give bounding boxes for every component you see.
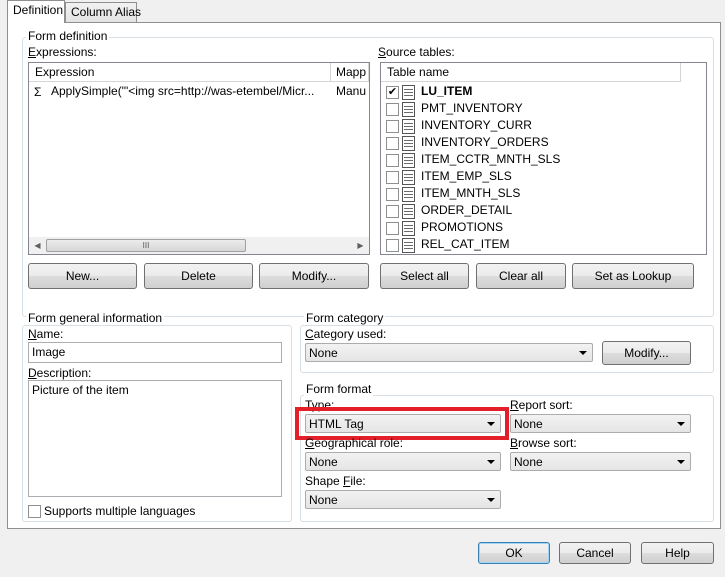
source-table-checkbox[interactable]: ✔ bbox=[386, 86, 399, 99]
table-icon bbox=[402, 204, 415, 219]
source-table-checkbox[interactable] bbox=[386, 239, 399, 252]
source-table-row[interactable]: PMT_INVENTORY bbox=[384, 100, 680, 117]
source-table-name: PROMOTIONS bbox=[421, 220, 504, 234]
source-table-checkbox[interactable] bbox=[386, 103, 399, 116]
table-icon bbox=[402, 221, 415, 236]
scrollbar-thumb[interactable]: III bbox=[46, 239, 246, 252]
source-table-row[interactable]: PROMOTIONS bbox=[384, 219, 680, 236]
category-used-select[interactable]: None bbox=[305, 343, 593, 362]
source-table-row[interactable]: ITEM_CCTR_MNTH_SLS bbox=[384, 151, 680, 168]
form-general-info-title: Form general information bbox=[26, 311, 165, 325]
expressions-label-text: xpressions: bbox=[36, 45, 97, 59]
form-format-title: Form format bbox=[304, 382, 374, 396]
form-category-title: Form category bbox=[304, 311, 386, 325]
help-button[interactable]: Help bbox=[641, 542, 714, 564]
report-sort-value: None bbox=[514, 417, 543, 431]
source-table-name: INVENTORY_CURR bbox=[421, 118, 532, 132]
source-tables-listbox[interactable]: Table name ✔ LU_ITEM PMT_INVENTORY INVEN… bbox=[380, 62, 707, 255]
source-tables-label: Source tables: bbox=[378, 45, 455, 59]
table-icon bbox=[402, 102, 415, 117]
browse-sort-label: Browse sort: bbox=[510, 436, 577, 450]
new-button[interactable]: New... bbox=[28, 263, 137, 289]
table-icon bbox=[402, 238, 415, 253]
source-table-name: LU_ITEM bbox=[421, 84, 473, 98]
report-sort-select[interactable]: None bbox=[510, 414, 691, 433]
column-header-mapping[interactable]: Mapp bbox=[331, 63, 369, 82]
tab-column-alias[interactable]: Column Alias bbox=[65, 2, 141, 22]
description-field[interactable]: Picture of the item bbox=[28, 380, 282, 497]
chevron-down-icon bbox=[677, 460, 685, 464]
chevron-down-icon bbox=[579, 351, 587, 355]
tab-definition[interactable]: Definition bbox=[7, 0, 65, 23]
tab-panel-definition: Form definition Expressions: Expression … bbox=[7, 22, 721, 529]
source-table-checkbox[interactable] bbox=[386, 154, 399, 167]
geographical-role-label: Geographical role: bbox=[305, 436, 404, 450]
chevron-down-icon bbox=[677, 422, 685, 426]
scroll-right-icon[interactable]: ▶ bbox=[352, 237, 369, 254]
table-icon bbox=[402, 153, 415, 168]
source-table-row[interactable]: ✔ LU_ITEM bbox=[384, 83, 680, 100]
shape-file-label: Shape File: bbox=[305, 474, 366, 488]
expression-row-text[interactable]: ApplySimple("'<img src=http://was-etembe… bbox=[51, 84, 331, 98]
clear-all-button[interactable]: Clear all bbox=[476, 263, 566, 289]
name-field[interactable]: Image bbox=[28, 342, 282, 363]
table-icon bbox=[402, 187, 415, 202]
delete-button[interactable]: Delete bbox=[144, 263, 253, 289]
expressions-horizontal-scrollbar[interactable]: ◀ III ▶ bbox=[29, 237, 369, 254]
column-header-expression[interactable]: Expression bbox=[29, 63, 331, 82]
set-as-lookup-button[interactable]: Set as Lookup bbox=[572, 263, 694, 289]
source-table-name: PMT_INVENTORY bbox=[421, 101, 523, 115]
source-table-row[interactable]: ITEM_EMP_SLS bbox=[384, 168, 680, 185]
browse-sort-value: None bbox=[514, 455, 543, 469]
cancel-button[interactable]: Cancel bbox=[559, 542, 631, 564]
source-table-checkbox[interactable] bbox=[386, 205, 399, 218]
source-table-name: ITEM_CCTR_MNTH_SLS bbox=[421, 152, 561, 166]
source-table-checkbox[interactable] bbox=[386, 222, 399, 235]
geographical-role-value: None bbox=[309, 455, 338, 469]
source-table-checkbox[interactable] bbox=[386, 137, 399, 150]
name-label: Name: bbox=[28, 327, 64, 341]
source-table-row[interactable]: ORDER_DETAIL bbox=[384, 202, 680, 219]
shape-file-value: None bbox=[309, 493, 338, 507]
source-table-name: REL_CAT_ITEM bbox=[421, 237, 510, 251]
modify-expression-button[interactable]: Modify... bbox=[259, 263, 369, 289]
scroll-left-icon[interactable]: ◀ bbox=[29, 237, 46, 254]
table-icon bbox=[402, 170, 415, 185]
source-table-name: INVENTORY_ORDERS bbox=[421, 135, 549, 149]
category-used-value: None bbox=[309, 346, 338, 360]
source-table-checkbox[interactable] bbox=[386, 120, 399, 133]
description-label: Description: bbox=[28, 366, 92, 380]
source-table-checkbox[interactable] bbox=[386, 171, 399, 184]
geographical-role-select[interactable]: None bbox=[305, 452, 501, 471]
chevron-down-icon bbox=[487, 460, 495, 464]
expression-row-mapping[interactable]: Manu bbox=[336, 84, 369, 98]
source-table-name: ITEM_MNTH_SLS bbox=[421, 186, 521, 200]
ok-button[interactable]: OK bbox=[478, 542, 550, 564]
modify-category-button[interactable]: Modify... bbox=[602, 341, 691, 365]
source-table-name: ITEM_EMP_SLS bbox=[421, 169, 512, 183]
column-header-table-name[interactable]: Table name bbox=[381, 63, 681, 82]
table-icon bbox=[402, 119, 415, 134]
expression-row-icon: Σ bbox=[34, 85, 42, 99]
source-table-row[interactable]: INVENTORY_ORDERS bbox=[384, 134, 680, 151]
source-table-row[interactable]: ITEM_MNTH_SLS bbox=[384, 185, 680, 202]
expressions-label: Expressions: bbox=[28, 45, 97, 59]
table-icon bbox=[402, 136, 415, 151]
source-table-checkbox[interactable] bbox=[386, 188, 399, 201]
table-icon bbox=[402, 85, 415, 100]
supports-multiple-languages-label[interactable]: Supports multiple languages bbox=[44, 504, 195, 518]
source-table-name: ORDER_DETAIL bbox=[421, 203, 513, 217]
form-definition-title: Form definition bbox=[26, 29, 110, 43]
supports-multiple-languages-checkbox[interactable] bbox=[28, 505, 41, 518]
report-sort-label: Report sort: bbox=[510, 398, 573, 412]
category-used-label: Category used: bbox=[305, 327, 387, 341]
chevron-down-icon bbox=[487, 498, 495, 502]
source-table-row[interactable]: REL_CAT_ITEM bbox=[384, 236, 680, 253]
select-all-button[interactable]: Select all bbox=[380, 263, 469, 289]
shape-file-select[interactable]: None bbox=[305, 490, 501, 509]
browse-sort-select[interactable]: None bbox=[510, 452, 691, 471]
expressions-listbox[interactable]: Expression Mapp Σ ApplySimple("'<img src… bbox=[28, 62, 370, 255]
source-table-row[interactable]: INVENTORY_CURR bbox=[384, 117, 680, 134]
